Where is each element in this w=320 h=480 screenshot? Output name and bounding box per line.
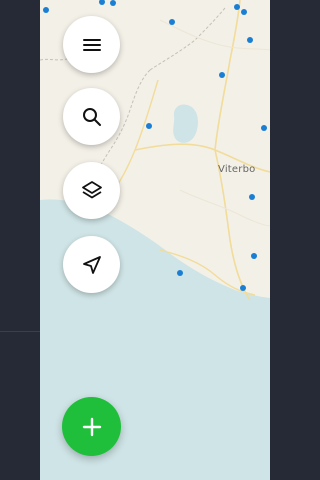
map-pin[interactable] bbox=[261, 125, 267, 131]
sidebar-divider bbox=[0, 331, 40, 332]
map-pin[interactable] bbox=[241, 9, 247, 15]
add-button[interactable] bbox=[62, 397, 121, 456]
city-label-viterbo: Viterbo bbox=[218, 164, 256, 175]
map-pin[interactable] bbox=[234, 4, 240, 10]
menu-button[interactable] bbox=[63, 16, 120, 73]
layers-button[interactable] bbox=[63, 162, 120, 219]
region-border bbox=[149, 7, 226, 71]
map-pin[interactable] bbox=[110, 0, 116, 6]
map-pin[interactable] bbox=[169, 19, 175, 25]
menu-icon bbox=[82, 38, 101, 51]
locate-button[interactable] bbox=[63, 236, 120, 293]
map-pin[interactable] bbox=[99, 0, 105, 5]
map-pin[interactable] bbox=[219, 72, 225, 78]
map-pin[interactable] bbox=[251, 253, 257, 259]
lake-area bbox=[173, 104, 198, 143]
layers-icon bbox=[81, 180, 102, 198]
search-button[interactable] bbox=[63, 88, 120, 145]
plus-icon bbox=[82, 417, 101, 436]
road bbox=[214, 0, 241, 151]
map-pin[interactable] bbox=[240, 285, 246, 291]
map-pin[interactable] bbox=[247, 37, 253, 43]
sidebar bbox=[0, 0, 40, 480]
navigation-arrow-icon bbox=[82, 255, 101, 274]
road bbox=[179, 189, 270, 227]
road bbox=[159, 19, 270, 51]
map-pin[interactable] bbox=[146, 123, 152, 129]
map-pin[interactable] bbox=[43, 7, 49, 13]
map-pin[interactable] bbox=[177, 270, 183, 276]
map-pin[interactable] bbox=[249, 194, 255, 200]
search-icon bbox=[82, 107, 101, 126]
